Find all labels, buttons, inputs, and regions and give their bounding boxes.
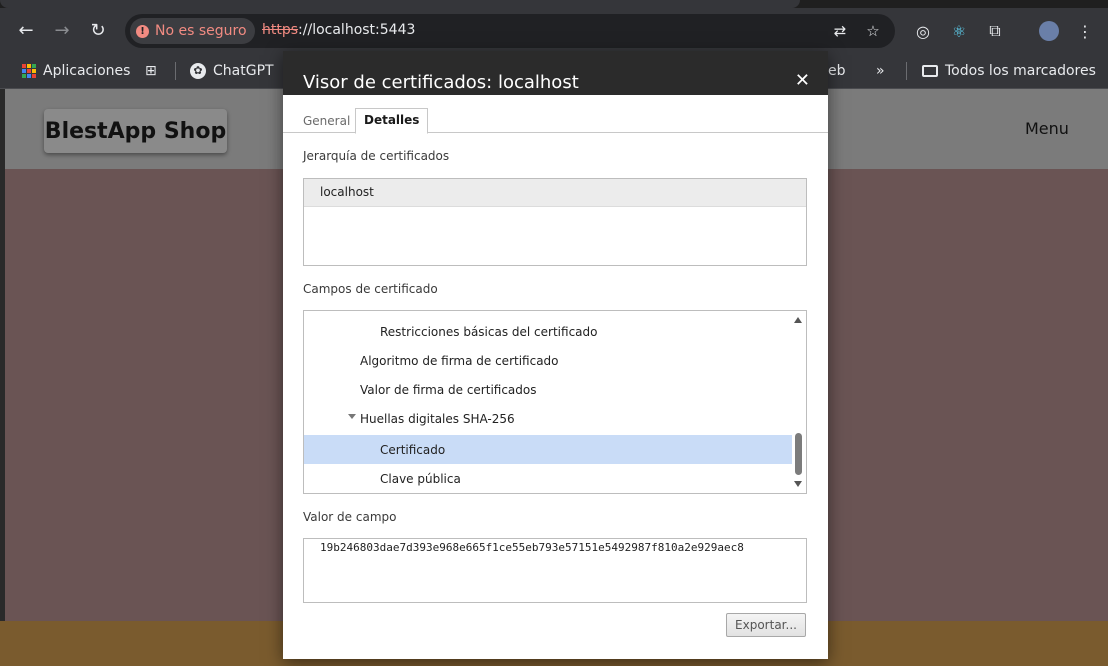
certificate-fields-tree[interactable]: Restricciones básicas del certificado Al…	[303, 310, 807, 494]
fields-scrollbar[interactable]	[790, 311, 806, 493]
url-text[interactable]: https://localhost:5443	[262, 22, 415, 38]
bookmark-apps-label: Aplicaciones	[43, 63, 131, 79]
tab-strip	[0, 0, 1108, 8]
expand-triangle-icon[interactable]	[348, 414, 356, 419]
field-item-selected[interactable]: Certificado	[304, 435, 792, 464]
address-bar[interactable]: ! No es seguro https://localhost:5443 ⇄ …	[125, 14, 895, 48]
field-value-box[interactable]: 19b246803dae7d393e968e665f1ce55eb793e571…	[303, 538, 807, 603]
bookmark-chatgpt[interactable]: ✿ ChatGPT	[190, 59, 274, 83]
certificate-hierarchy: localhost	[303, 178, 807, 266]
field-item-expanded[interactable]: Huellas digitales SHA-256	[304, 404, 792, 433]
fields-label: Campos de certificado	[303, 282, 438, 296]
value-label: Valor de campo	[303, 510, 397, 524]
extension-icon[interactable]: ◎	[911, 19, 935, 43]
tab-general[interactable]: General	[295, 110, 358, 133]
tab-detalles[interactable]: Detalles	[355, 108, 429, 134]
avatar[interactable]	[1037, 19, 1061, 43]
scrollbar-thumb[interactable]	[795, 433, 802, 475]
bookmarks-overflow-label: »	[876, 63, 885, 79]
field-item-label: Huellas digitales SHA-256	[360, 412, 515, 426]
certificate-viewer-dialog: Visor de certificados: localhost ✕ Gener…	[283, 51, 828, 659]
more-vert-icon[interactable]: ⋮	[1073, 19, 1097, 43]
scroll-down-icon[interactable]	[794, 481, 802, 487]
bookmark-separator	[175, 62, 176, 80]
bookmark-apps[interactable]: Aplicaciones	[22, 59, 130, 83]
scroll-up-icon[interactable]	[794, 317, 802, 323]
star-icon[interactable]: ☆	[862, 20, 884, 42]
field-item[interactable]: Clave pública	[304, 464, 792, 493]
field-item[interactable]: Restricciones básicas del certificado	[304, 317, 792, 346]
shop-logo[interactable]: BlestApp Shop	[44, 109, 227, 153]
puzzle-icon[interactable]: ⧉	[983, 19, 1007, 43]
bookmark-partial-label: eb	[828, 63, 846, 79]
security-label: No es seguro	[155, 23, 247, 39]
reload-icon[interactable]: ↻	[86, 18, 110, 42]
bookmark-partial[interactable]: eb	[828, 59, 846, 83]
forward-arrow-icon[interactable]: →	[50, 18, 74, 42]
dialog-tabs: General Detalles	[283, 108, 828, 134]
folder-icon	[922, 65, 938, 77]
grid-icon[interactable]: ⊞	[145, 59, 157, 83]
field-item[interactable]: Valor de firma de certificados	[304, 375, 792, 404]
dialog-titlebar: Visor de certificados: localhost ✕	[283, 51, 828, 95]
url-host: ://localhost:5443	[298, 22, 416, 38]
menu-link[interactable]: Menu	[1025, 119, 1069, 138]
back-arrow-icon[interactable]: ←	[14, 18, 38, 42]
dialog-title: Visor de certificados: localhost	[303, 72, 579, 93]
translate-icon[interactable]: ⇄	[829, 20, 851, 42]
field-item[interactable]: Algoritmo de firma de certificado	[304, 346, 792, 375]
browser-toolbar: ← → ↻ ! No es seguro https://localhost:5…	[0, 8, 1108, 53]
warning-icon: !	[136, 24, 149, 38]
chatgpt-icon: ✿	[190, 63, 206, 79]
bookmark-all-label: Todos los marcadores	[945, 63, 1096, 79]
url-protocol: https	[262, 22, 299, 38]
left-edge	[0, 89, 5, 666]
export-button[interactable]: Exportar...	[726, 613, 806, 637]
hierarchy-label: Jerarquía de certificados	[303, 149, 450, 163]
bookmark-all[interactable]: Todos los marcadores	[922, 59, 1096, 83]
bookmark-separator	[906, 62, 907, 80]
hierarchy-item[interactable]: localhost	[304, 179, 806, 207]
apps-grid-icon	[22, 64, 36, 78]
security-chip[interactable]: ! No es seguro	[130, 18, 255, 44]
bookmark-chatgpt-label: ChatGPT	[213, 63, 274, 79]
bookmarks-overflow[interactable]: »	[876, 59, 885, 83]
active-tab-edge	[0, 0, 800, 8]
react-icon[interactable]: ⚛	[947, 19, 971, 43]
close-icon[interactable]: ✕	[795, 72, 810, 90]
